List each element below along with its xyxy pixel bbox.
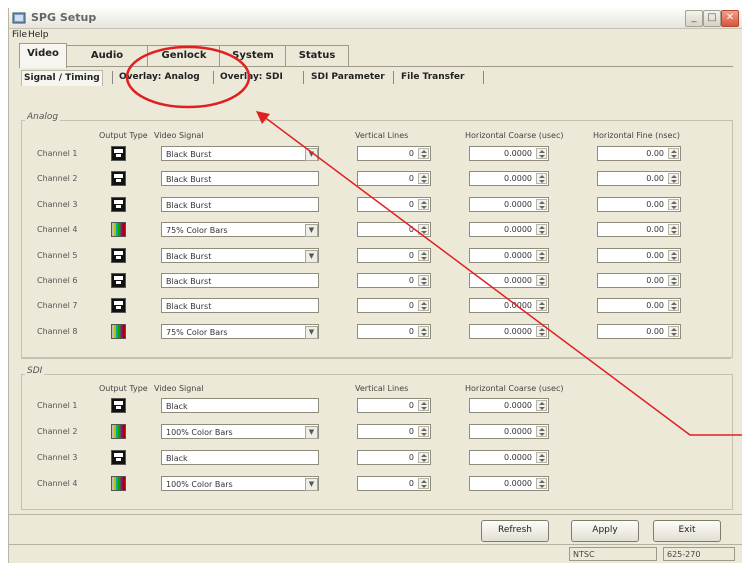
annotation-arrowhead (256, 111, 270, 124)
tab-video[interactable]: Video (19, 43, 67, 68)
annotation-overlay (125, 45, 742, 436)
annotation-arrow-line (262, 115, 742, 436)
annotation-circle (125, 45, 251, 109)
